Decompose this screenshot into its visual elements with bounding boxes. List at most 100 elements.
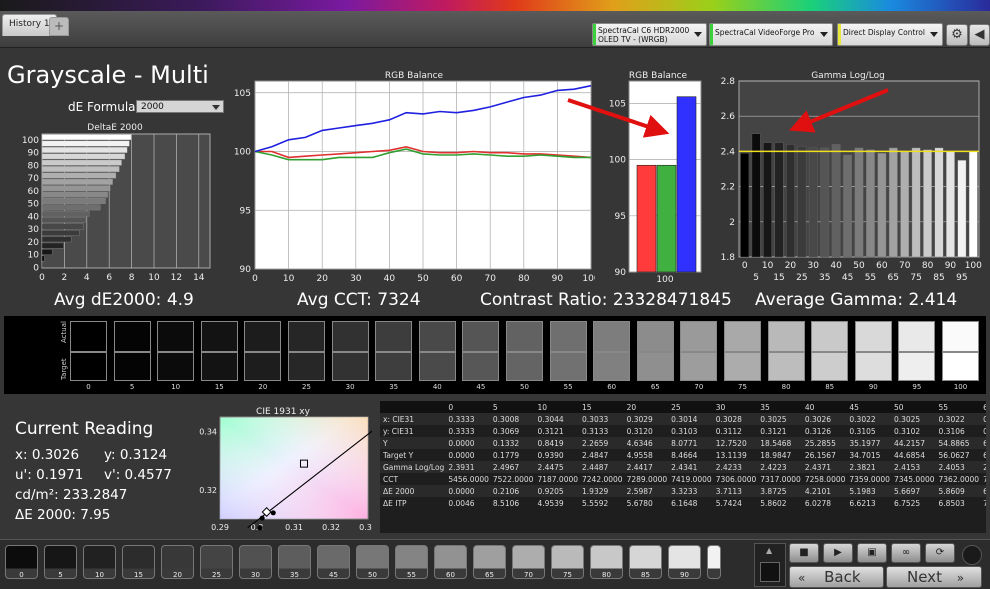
- actual-swatch: [200, 321, 238, 352]
- pattern-swatch-button[interactable]: 0: [5, 545, 38, 579]
- pattern-swatch-label: 75: [563, 571, 572, 579]
- table-cell: 7359.0000: [849, 474, 890, 484]
- next-button[interactable]: Next »: [886, 566, 982, 588]
- tick-label: 8: [129, 273, 135, 283]
- pattern-swatch-button[interactable]: 45: [317, 545, 350, 579]
- tick-label: 70: [484, 274, 496, 284]
- table-row-label: Y: [380, 437, 447, 449]
- pattern-swatch-button[interactable]: [707, 545, 721, 579]
- tick-label: 0.32: [199, 486, 217, 495]
- pattern-swatch-button[interactable]: 85: [629, 545, 662, 579]
- pattern-swatch-button[interactable]: 75: [551, 545, 584, 579]
- reading-x: x: 0.3026: [15, 447, 80, 463]
- avg-de-stat: Avg dE2000: 4.9: [54, 290, 194, 310]
- tick-label: 55: [865, 273, 876, 283]
- table-row-label: y: CIE31: [383, 426, 414, 436]
- table-cell: 25.2855: [802, 437, 848, 449]
- pattern-swatch-label: 80: [602, 571, 611, 579]
- pattern-swatch-button[interactable]: 80: [590, 545, 623, 579]
- pattern-swatch-button[interactable]: 50: [356, 545, 389, 579]
- tick-label: 100: [22, 136, 39, 146]
- settings-button[interactable]: ⚙: [946, 24, 968, 46]
- pattern-swatch-button[interactable]: 15: [122, 545, 155, 579]
- table-cell: 0.3333: [446, 413, 491, 425]
- target-swatch: [636, 352, 674, 381]
- target-swatch: [811, 352, 849, 381]
- add-tab-button[interactable]: +: [49, 17, 69, 36]
- table-cell: 0.3126: [804, 426, 832, 436]
- pattern-swatch-button[interactable]: 10: [83, 545, 116, 579]
- pattern-swatch-button[interactable]: 5: [44, 545, 77, 579]
- target-swatch: [506, 352, 543, 381]
- table-cell: 0.3102: [893, 426, 921, 436]
- tick-label: 100: [965, 261, 982, 271]
- table-cell: 6.0278: [804, 498, 832, 508]
- gamma-bar: [877, 152, 887, 258]
- pattern-swatch-button[interactable]: 60: [434, 545, 467, 579]
- table-cell: 0.3121: [537, 426, 564, 436]
- chart-title: CIE 1931 xy: [256, 407, 311, 417]
- gamma-bar: [797, 145, 807, 258]
- deltae-chart: DeltaE 2000 0 2 4 6 8 10 12 14 0 10 20 30 40 50 60 70 80…: [22, 123, 211, 283]
- swatch-level-label: 5: [129, 383, 135, 391]
- target-swatch: [70, 352, 107, 381]
- rainbow-header-strip: [0, 0, 990, 11]
- table-cell: 0.3120: [626, 426, 653, 436]
- pattern-swatch-button[interactable]: 55: [395, 545, 428, 579]
- pattern-swatch-button[interactable]: 35: [278, 545, 311, 579]
- table-cell: 7317.0000: [760, 474, 801, 484]
- target-swatch: [593, 352, 631, 381]
- target-swatch: [157, 352, 195, 381]
- table-cell: 0.3333: [448, 426, 475, 436]
- actual-swatch: [70, 321, 107, 352]
- meter-device-select[interactable]: SpectraCal C6 HDR2000 OLED TV - (WRGB): [592, 23, 707, 46]
- table-row: ΔE 2000 0.0000 0.2106 0.9205 1.9329 2.5987 3.3…: [380, 485, 986, 497]
- pattern-swatch-button[interactable]: 70: [512, 545, 545, 579]
- refresh-button[interactable]: ⟳: [925, 543, 955, 563]
- device-label: SpectraCal VideoForge Pro: [715, 28, 815, 37]
- pattern-swatch-button[interactable]: 20: [161, 545, 194, 579]
- play-button[interactable]: ▶: [823, 543, 853, 563]
- pattern-swatch-button[interactable]: 30: [239, 545, 272, 579]
- collapse-button[interactable]: ◀: [969, 24, 990, 46]
- table-cell: 7.134: [983, 498, 986, 508]
- de-formula-select[interactable]: 2000: [136, 100, 224, 113]
- display-control-select[interactable]: Direct Display Control: [837, 23, 943, 46]
- table-cell: 35.1977: [847, 437, 892, 449]
- table-cell: 0.3014: [669, 413, 714, 425]
- gamma-bar: [968, 151, 978, 258]
- table-cell: 5.8609: [936, 485, 982, 497]
- pattern-swatch-button[interactable]: 25: [200, 545, 233, 579]
- pattern-swatch-button[interactable]: 65: [473, 545, 506, 579]
- tick-label: 100: [234, 148, 251, 158]
- target-swatch: [724, 352, 761, 381]
- chevron-down-icon: [212, 105, 220, 110]
- table-cell: 0.8419: [535, 437, 581, 449]
- tick-label: 0.32: [322, 523, 340, 532]
- app-window: History 1 + SpectraCal C6 HDR2000 OLED T…: [0, 0, 990, 589]
- table-row-label: ΔE 2000: [380, 485, 447, 497]
- next-chevron-icon: »: [956, 571, 965, 585]
- gamma-bar: [751, 133, 761, 258]
- pattern-swatch-label: 20: [173, 571, 182, 579]
- actual-swatch: [244, 321, 282, 352]
- loop-button[interactable]: ∞: [891, 543, 921, 563]
- table-cell: 26.1567: [804, 450, 836, 460]
- deltae-bar: [41, 204, 101, 211]
- stop-button[interactable]: ■: [789, 543, 819, 563]
- tick-label: 0.34: [199, 428, 217, 437]
- scroll-control[interactable]: ▲: [754, 543, 786, 587]
- pattern-swatch-button[interactable]: 90: [668, 545, 701, 579]
- tick-label: 45: [842, 273, 853, 283]
- table-cell: 2.4233: [713, 461, 759, 473]
- back-button[interactable]: « Back: [789, 566, 884, 588]
- scroll-up-icon[interactable]: ▲: [766, 546, 772, 555]
- table-column-header: 10: [535, 401, 581, 413]
- save-button[interactable]: ▣: [857, 543, 887, 563]
- table-cell: 8.5106: [492, 498, 520, 508]
- pattern-swatch-label: 45: [329, 571, 338, 579]
- table-cell: 7258.0000: [804, 474, 846, 484]
- pattern-generator-select[interactable]: SpectraCal VideoForge Pro: [709, 23, 833, 46]
- back-label: Back: [824, 568, 861, 586]
- table-column-header: 30: [713, 401, 759, 413]
